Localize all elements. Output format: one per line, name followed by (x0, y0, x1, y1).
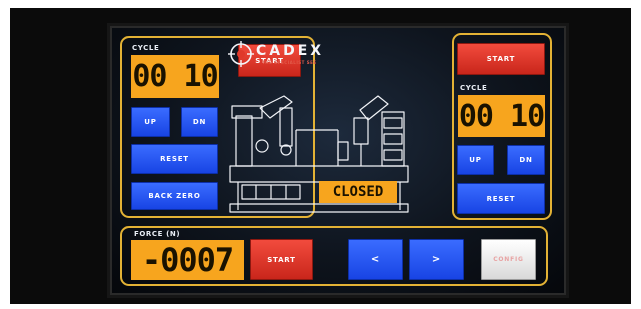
force-display: -0007 (131, 240, 244, 280)
config-button[interactable]: CONFIG (481, 239, 536, 280)
previous-button[interactable]: < (348, 239, 403, 280)
right-cycle-label: CYCLE (460, 84, 488, 92)
right-up-button[interactable]: UP (457, 145, 494, 175)
cadex-logo-icon (228, 41, 254, 67)
right-start-button[interactable]: START (457, 43, 545, 75)
left-down-button[interactable]: DN (181, 107, 218, 137)
right-down-button[interactable]: DN (507, 145, 545, 175)
left-cycle-display: 00 10 (131, 55, 219, 98)
next-button[interactable]: > (409, 239, 464, 280)
right-cycle-display: 00 10 (458, 95, 545, 137)
machine-status-display: CLOSED (319, 181, 397, 203)
back-zero-button[interactable]: BACK ZERO (131, 182, 218, 210)
brand-name: CADEX (256, 43, 325, 59)
left-up-button[interactable]: UP (131, 107, 170, 137)
force-start-button[interactable]: START (250, 239, 313, 280)
right-reset-button[interactable]: RESET (457, 183, 545, 214)
force-label: FORCE (N) (134, 230, 181, 238)
left-cycle-label: CYCLE (132, 44, 160, 52)
brand-tagline: THE SPECIALIST SEE (262, 60, 317, 65)
left-reset-button[interactable]: RESET (131, 144, 218, 174)
